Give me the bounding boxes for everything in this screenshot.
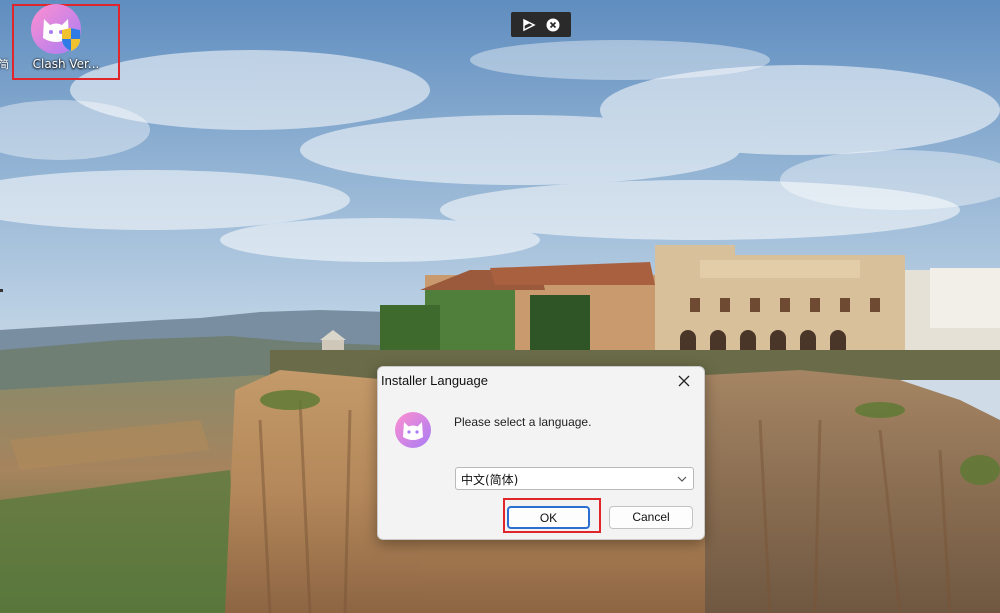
close-icon bbox=[678, 375, 690, 387]
language-select-value: 中文(简体) bbox=[461, 473, 519, 487]
ok-button[interactable]: OK bbox=[507, 506, 590, 529]
desktop-icon-clash-verge[interactable]: Clash Ver... bbox=[12, 4, 120, 80]
clash-verge-dialog-icon bbox=[395, 412, 431, 448]
dialog-message: Please select a language. bbox=[454, 415, 592, 429]
cancel-button[interactable]: Cancel bbox=[609, 506, 693, 529]
flag-icon[interactable] bbox=[521, 17, 537, 33]
chevron-down-icon bbox=[677, 476, 687, 482]
close-button[interactable] bbox=[664, 367, 704, 395]
desktop-edge-text: 简 bbox=[0, 58, 9, 71]
language-select[interactable]: 中文(简体) bbox=[455, 467, 694, 490]
clash-verge-app-icon bbox=[31, 4, 81, 54]
desktop-edge-dot bbox=[0, 289, 3, 292]
installer-language-dialog: Installer Language Please select a langu… bbox=[377, 366, 705, 540]
dialog-title: Installer Language bbox=[381, 373, 488, 388]
recording-toolbar bbox=[511, 12, 571, 37]
stop-icon[interactable] bbox=[545, 17, 561, 33]
desktop-icon-label: Clash Ver... bbox=[32, 57, 100, 71]
